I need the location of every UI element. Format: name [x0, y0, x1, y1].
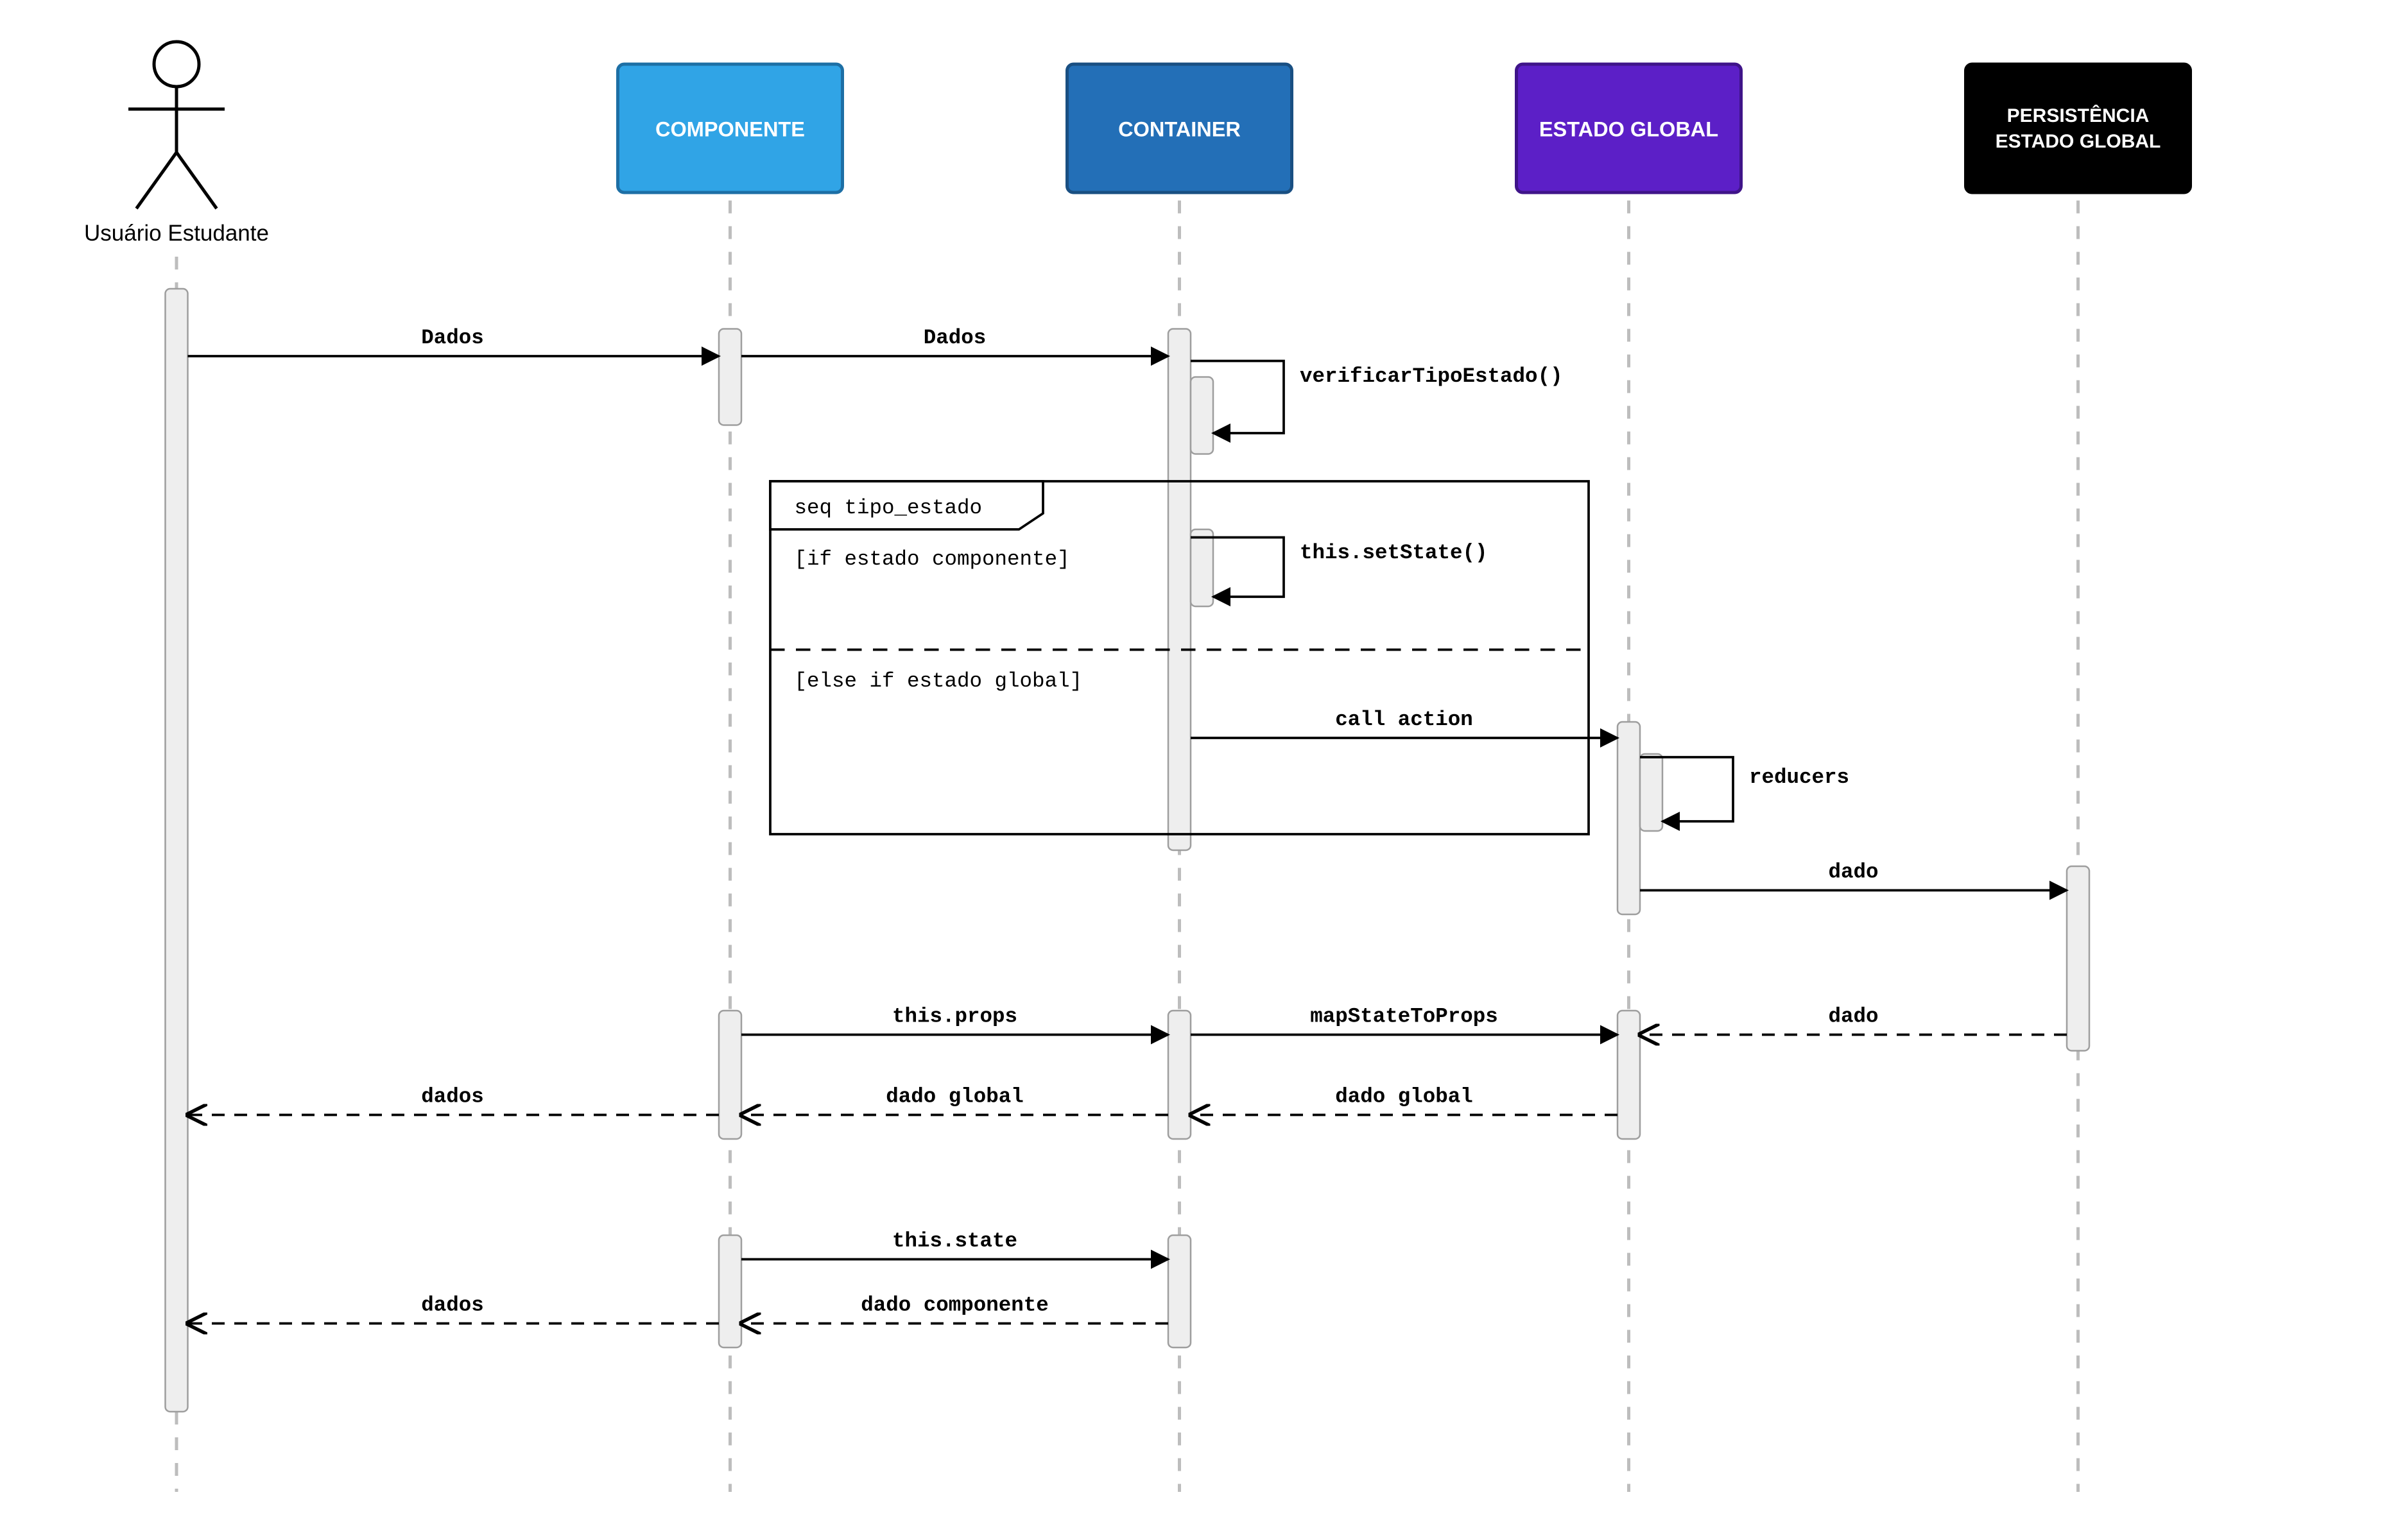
lifeline-estado-global-label: ESTADO GLOBAL	[1539, 118, 1718, 141]
actor-usuario-estudante: Usuário Estudante	[84, 42, 269, 246]
msg-dado-global-1: dado global	[886, 1085, 1024, 1109]
msg-dado-global-2: dado global	[1335, 1085, 1473, 1109]
msg-reducers: reducers	[1749, 766, 1849, 789]
lifeline-persistencia-label-2: ESTADO GLOBAL	[1996, 131, 2161, 152]
msg-dado-return: dado	[1828, 1005, 1878, 1029]
msg-dados-return-1: dados	[421, 1085, 484, 1109]
msg-dados-return-2: dados	[421, 1294, 484, 1317]
lifeline-componente-label: COMPONENTE	[655, 118, 805, 141]
msg-map-state-to-props: mapStateToProps	[1310, 1005, 1498, 1029]
fragment-guard-2: [else if estado global]	[795, 669, 1083, 693]
msg-this-state: this.state	[892, 1229, 1017, 1253]
sequence-diagram: Usuário Estudante COMPONENTE CONTAINER E…	[0, 0, 2407, 1540]
lifeline-persistencia-header: PERSISTÊNCIA ESTADO GLOBAL	[1966, 64, 2191, 193]
msg-set-state: this.setState()	[1300, 541, 1488, 565]
lifeline-componente-header: COMPONENTE	[618, 64, 843, 193]
activations	[166, 289, 2090, 1412]
msg-verificar-tipo-estado: verificarTipoEstado()	[1300, 364, 1563, 388]
msg-dado-componente: dado componente	[861, 1294, 1049, 1317]
lifeline-container-label: CONTAINER	[1118, 118, 1241, 141]
msg-this-props: this.props	[892, 1005, 1017, 1029]
actor-label: Usuário Estudante	[84, 221, 269, 246]
lifeline-container-header: CONTAINER	[1067, 64, 1292, 193]
fragment-guard-1: [if estado componente]	[795, 547, 1070, 571]
msg-dados-2: Dados	[924, 326, 987, 350]
messages: Dados Dados verificarTipoEstado() this.s…	[188, 326, 2067, 1324]
lifeline-persistencia-label-1: PERSISTÊNCIA	[2007, 105, 2150, 126]
fragment-tag: seq tipo_estado	[795, 496, 983, 520]
lifeline-estado-global-header: ESTADO GLOBAL	[1517, 64, 1741, 193]
msg-call-action: call action	[1335, 708, 1473, 732]
msg-dados-1: Dados	[421, 326, 484, 350]
msg-dado-1: dado	[1828, 860, 1878, 884]
